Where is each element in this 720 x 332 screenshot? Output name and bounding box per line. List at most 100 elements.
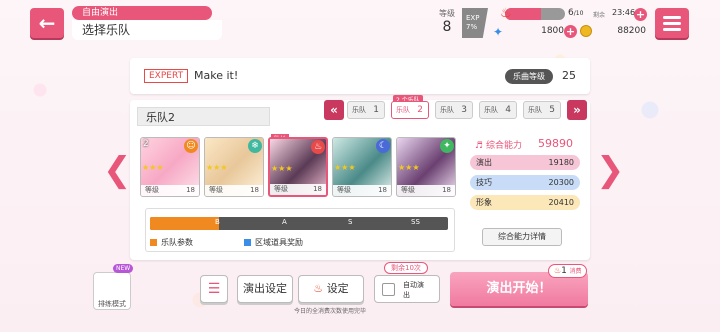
total-power-label: ♬ 综合能力 xyxy=(475,141,522,151)
add-stamina-button[interactable]: + xyxy=(634,8,647,21)
auto-play-toggle[interactable]: 自动演出 xyxy=(374,275,440,303)
band-name-field[interactable]: 乐队2 xyxy=(137,107,270,126)
cost-badge: ♨1 消费 xyxy=(548,264,588,278)
layers-icon: ☰ xyxy=(207,281,221,297)
tab-label: 乐队 xyxy=(440,106,454,114)
tab-band-5[interactable]: 乐队 5 xyxy=(523,101,561,119)
back-arrow-icon: ← xyxy=(38,11,56,35)
stack-icon-button[interactable]: ☰ xyxy=(200,275,228,303)
happy-attribute-icon: ☺ xyxy=(184,139,198,153)
coin-count: 88200 xyxy=(617,26,646,36)
card-level-bar: 等级 18 xyxy=(270,184,326,195)
next-tabs-button[interactable]: » xyxy=(567,100,587,120)
powerful-attribute-icon: ♨ xyxy=(311,140,325,154)
settings-button[interactable]: ♨ 设定 xyxy=(298,275,364,303)
visual-stat: 形象 20410 xyxy=(470,195,580,210)
rank-mark-s: S xyxy=(348,218,353,226)
song-level-label: 乐曲等级 xyxy=(505,69,553,84)
rank-mark-ss: SS xyxy=(411,218,420,226)
add-stars-button[interactable]: + xyxy=(564,25,577,38)
member-card-2[interactable]: ❄ ★★★ 等级 18 xyxy=(204,137,264,197)
tab-band-1[interactable]: 乐队 1 xyxy=(347,101,385,119)
stamina-max: /10 xyxy=(573,10,584,17)
tab-number: 1 xyxy=(373,105,379,115)
auto-label: 自动演出 xyxy=(403,281,424,299)
tab-number: 4 xyxy=(505,105,511,115)
auto-checkbox[interactable] xyxy=(382,283,395,296)
rarity-stars-icon: ★★★ xyxy=(398,164,420,172)
pure-attribute-icon: ✦ xyxy=(440,139,454,153)
show-settings-button[interactable]: 演出设定 xyxy=(237,275,293,303)
member-card-3-leader[interactable]: ♨ ★★★ 等级 18 xyxy=(268,137,328,197)
tab-label: 乐队 xyxy=(484,106,498,114)
tab-label: 乐队 xyxy=(528,106,542,114)
rarity-stars-icon: ★★★ xyxy=(271,165,293,173)
legend-area-items: 区域道具奖励 xyxy=(244,237,303,248)
rarity-stars-icon: ★★★ xyxy=(206,164,228,172)
song-name: Make it! xyxy=(194,69,239,82)
mode-tag: 自由演出 xyxy=(72,6,212,20)
menu-button[interactable] xyxy=(655,8,689,38)
tab-label: 乐队 xyxy=(396,106,410,114)
legend-band-params: 乐队参数 xyxy=(150,237,193,248)
stat-label: 技巧 xyxy=(476,178,492,187)
power-details-button[interactable]: 综合能力详情 xyxy=(482,228,562,246)
tab-band-2[interactable]: 乐队 2 xyxy=(391,101,429,119)
level-label: 等级 xyxy=(439,9,455,18)
card-level-bar: 等级 18 xyxy=(205,185,263,196)
technique-stat: 技巧 20300 xyxy=(470,175,580,190)
rank-mark-b: B xyxy=(215,218,220,226)
tab-band-3[interactable]: 乐队 3 xyxy=(435,101,473,119)
cost-value: 1 xyxy=(561,266,567,276)
rehearsal-mode-button[interactable]: 排练模式 xyxy=(93,272,131,310)
legend-swatch xyxy=(150,239,157,246)
member-card-1[interactable]: ☺ 2 ★★★ 等级 18 xyxy=(140,137,200,197)
card-level-bar: 等级 18 xyxy=(397,185,455,196)
settings-label: 设定 xyxy=(326,282,349,295)
tab-band-4[interactable]: 乐队 4 xyxy=(479,101,517,119)
back-button[interactable]: ← xyxy=(30,8,64,38)
total-label-text: 综合能力 xyxy=(485,141,522,151)
card-level: 18 xyxy=(442,186,451,194)
menu-icon-line xyxy=(663,15,681,19)
song-info-bar: EXPERT Make it! 乐曲等级 25 xyxy=(130,58,590,94)
legend-swatch xyxy=(244,239,251,246)
stat-label: 演出 xyxy=(476,158,492,167)
rehearsal-label: 排练模式 xyxy=(98,300,126,308)
card-level: 18 xyxy=(186,186,195,194)
star-count: 1800 xyxy=(541,26,564,36)
card-level: 18 xyxy=(313,185,322,193)
level-label: 等级 xyxy=(274,185,288,193)
remaining-count: 剩余10次 xyxy=(384,262,428,274)
prev-band-chevron-icon[interactable]: ❮ xyxy=(103,150,132,190)
new-badge: NEW xyxy=(113,264,134,273)
flame-icon: ♨ xyxy=(500,6,512,21)
page-title: 选择乐队 xyxy=(72,20,222,40)
level-value: 8 xyxy=(442,19,452,35)
level-label: 等级 xyxy=(145,186,159,194)
player-level: 等级 8 xyxy=(430,8,464,35)
cost-label: 消费 xyxy=(569,268,582,275)
legend-label: 区域道具奖励 xyxy=(255,238,303,247)
stamina-bar xyxy=(505,8,565,20)
stat-label: 形象 xyxy=(476,198,492,207)
exp-label: EXP xyxy=(466,14,480,22)
prev-tabs-button[interactable]: « xyxy=(324,100,344,120)
tab-number: 3 xyxy=(461,105,467,115)
pure-attribute-icon: ❄ xyxy=(248,139,262,153)
member-card-4[interactable]: ☾ ★★★ 等级 18 xyxy=(332,137,392,197)
card-level: 18 xyxy=(378,186,387,194)
tab-number: 2 xyxy=(417,105,423,115)
gauge-fill xyxy=(150,217,219,230)
level-label: 等级 xyxy=(401,186,415,194)
star-gem-icon: ✦ xyxy=(493,25,504,39)
rarity-stars-icon: ★★★ xyxy=(142,164,164,172)
score-gauge xyxy=(150,217,448,230)
menu-icon-line xyxy=(663,21,681,25)
member-card-5[interactable]: ✦ ★★★ 等级 18 xyxy=(396,137,456,197)
next-band-chevron-icon[interactable]: ❯ xyxy=(596,150,625,190)
recovery-time: 23:46 xyxy=(612,8,636,17)
level-label: 等级 xyxy=(337,186,351,194)
stat-value: 20300 xyxy=(548,178,574,187)
coin-icon xyxy=(580,25,592,37)
